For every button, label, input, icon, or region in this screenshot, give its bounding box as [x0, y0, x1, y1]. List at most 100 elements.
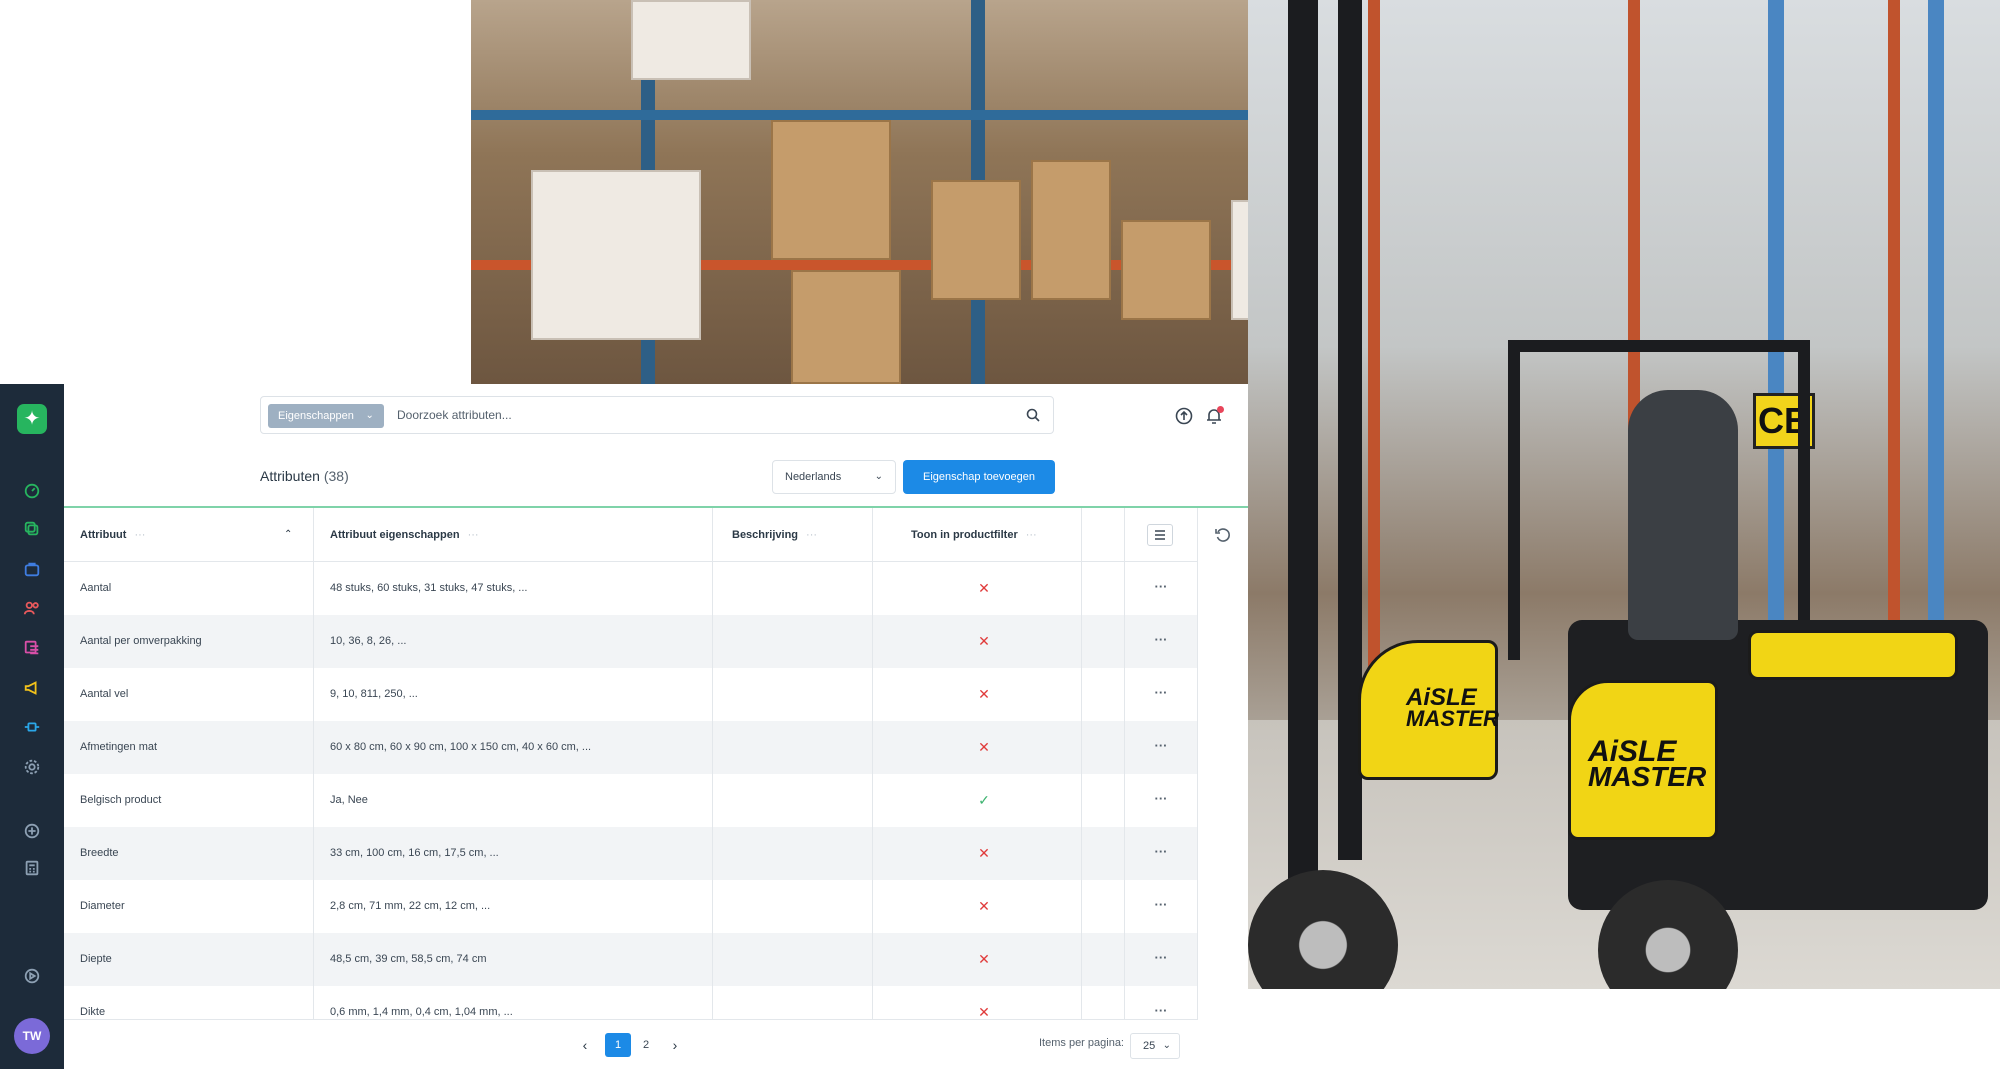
column-divider [872, 508, 873, 1019]
attribute-name: Aantal [80, 582, 112, 594]
column-menu-icon[interactable]: ··· [1026, 529, 1037, 541]
check-icon[interactable]: ✓ [974, 774, 994, 827]
table-row[interactable]: Afmetingen mat 60 x 80 cm, 60 x 90 cm, 10… [64, 721, 1198, 774]
calculator-icon[interactable] [20, 856, 44, 880]
row-actions-icon[interactable]: ··· [1150, 562, 1172, 615]
previous-page-icon[interactable]: ‹ [575, 1035, 595, 1055]
upload-icon[interactable] [1174, 406, 1194, 426]
cross-icon[interactable]: ✕ [974, 721, 994, 774]
column-menu-icon[interactable]: ··· [468, 529, 479, 541]
avatar[interactable]: TW [14, 1018, 50, 1054]
column-label: Toon in productfilter [911, 529, 1018, 541]
cross-icon[interactable]: ✕ [974, 933, 994, 986]
forklift-roof [1508, 340, 1808, 352]
cross-icon[interactable]: ✕ [974, 562, 994, 615]
table-row[interactable]: Aantal per omverpakking 10, 36, 8, 26, ..… [64, 615, 1198, 668]
list-icon[interactable] [20, 636, 44, 660]
attribute-values: 10, 36, 8, 26, ... [330, 635, 407, 647]
cross-icon[interactable]: ✕ [974, 668, 994, 721]
row-actions-icon[interactable]: ··· [1150, 986, 1172, 1019]
page-title: Attributen (38) [260, 468, 349, 484]
pagination: ‹ 1 2 › Items per pagina: 25 ⌄ [64, 1019, 1198, 1069]
column-header-eigenschappen[interactable]: Attribuut eigenschappen ··· [330, 508, 479, 562]
app-panel: Eigenschappen ⌄ Attributen (38) Nederlan… [64, 384, 1248, 1069]
cross-icon[interactable]: ✕ [974, 615, 994, 668]
row-actions-icon[interactable]: ··· [1150, 880, 1172, 933]
search-scope-dropdown[interactable]: Eigenschappen ⌄ [268, 404, 384, 428]
cross-icon[interactable]: ✕ [974, 986, 994, 1019]
column-menu-icon[interactable]: ··· [134, 529, 145, 541]
page-1[interactable]: 1 [605, 1033, 631, 1057]
megaphone-icon[interactable] [20, 676, 44, 700]
next-page-icon[interactable]: › [665, 1035, 685, 1055]
column-divider [712, 508, 713, 1019]
table-row[interactable]: Dikte 0,6 mm, 1,4 mm, 0,4 cm, 1,04 mm, ..… [64, 986, 1198, 1019]
attribute-description [732, 615, 862, 668]
attribute-name: Aantal vel [80, 688, 129, 700]
attribute-name: Dikte [80, 1006, 106, 1018]
dashboard-icon[interactable] [20, 479, 44, 503]
table-row[interactable]: Aantal 48 stuks, 60 stuks, 31 stuks, 47 s… [64, 562, 1198, 615]
attribute-values: 33 cm, 100 cm, 16 cm, 17,5 cm, ... [330, 847, 499, 859]
settings-icon[interactable] [20, 755, 44, 779]
operator [1628, 390, 1738, 640]
box [1031, 160, 1111, 300]
search-input[interactable] [397, 397, 997, 433]
row-actions-icon[interactable]: ··· [1150, 721, 1172, 774]
row-actions-icon[interactable]: ··· [1150, 615, 1172, 668]
refresh-icon[interactable] [1214, 526, 1232, 544]
users-icon[interactable] [20, 596, 44, 620]
column-header-beschrijving[interactable]: Beschrijving ··· [732, 508, 817, 562]
play-circle-icon[interactable] [20, 964, 44, 988]
forklift-brand-text: MASTER [1406, 706, 1499, 731]
attribute-values: 48,5 cm, 39 cm, 58,5 cm, 74 cm [330, 953, 487, 965]
search-bar: Eigenschappen ⌄ [260, 396, 1054, 434]
column-label: Attribuut [80, 529, 127, 541]
attribute-count: (38) [323, 468, 349, 484]
box [631, 0, 751, 80]
items-per-page-select[interactable]: 25 ⌄ [1130, 1033, 1180, 1059]
bell-icon[interactable] [1204, 406, 1224, 426]
attribute-values: 48 stuks, 60 stuks, 31 stuks, 47 stuks, … [330, 582, 528, 594]
attribute-name: Diepte [80, 953, 112, 965]
table-row[interactable]: Breedte 33 cm, 100 cm, 16 cm, 17,5 cm, ..… [64, 827, 1198, 880]
language-select[interactable]: Nederlands ⌄ [772, 460, 896, 494]
plus-circle-icon[interactable] [20, 819, 44, 843]
row-actions-icon[interactable]: ··· [1150, 668, 1172, 721]
column-header-filter[interactable]: Toon in productfilter ··· [911, 508, 1037, 562]
attribute-name: Breedte [80, 847, 119, 859]
row-actions-icon[interactable]: ··· [1150, 774, 1172, 827]
plug-icon[interactable] [20, 715, 44, 739]
row-actions-icon[interactable]: ··· [1150, 827, 1172, 880]
items-per-page-value: 25 [1143, 1040, 1156, 1052]
column-settings-button[interactable] [1147, 524, 1173, 546]
box [931, 180, 1021, 300]
hamburger-icon [1155, 530, 1165, 540]
app-logo[interactable]: ✦ [17, 404, 47, 434]
table-row[interactable]: Diepte 48,5 cm, 39 cm, 58,5 cm, 74 cm ✕ ··· [64, 933, 1198, 986]
forklift-brand-text: MASTER [1588, 761, 1707, 792]
column-menu-icon[interactable]: ··· [806, 529, 817, 541]
cross-icon[interactable]: ✕ [974, 880, 994, 933]
column-header-attribuut[interactable]: Attribuut ··· [80, 508, 145, 562]
stage: CB AiSLE MASTER AiSLE MASTER ✦ TW Eigens… [0, 0, 2000, 1069]
attribute-name: Afmetingen mat [80, 741, 158, 753]
cross-icon[interactable]: ✕ [974, 827, 994, 880]
table-row[interactable]: Belgisch product Ja, Nee ✓ ··· [64, 774, 1198, 827]
page-header: Attributen (38) Nederlands ⌄ Eigenschap … [64, 448, 1248, 508]
page-2[interactable]: 2 [633, 1033, 659, 1057]
attribute-values: 60 x 80 cm, 60 x 90 cm, 100 x 150 cm, 40… [330, 741, 592, 753]
search-icon[interactable] [1025, 407, 1041, 423]
topbar: Eigenschappen ⌄ [64, 384, 1248, 448]
box [791, 270, 901, 384]
row-actions-icon[interactable]: ··· [1150, 933, 1172, 986]
sort-ascending-icon[interactable]: ⌃ [284, 529, 292, 540]
shopping-bag-icon[interactable] [20, 557, 44, 581]
page-title-text: Attributen [260, 468, 320, 484]
table-row[interactable]: Diameter 2,8 cm, 71 mm, 22 cm, 12 cm, ...… [64, 880, 1198, 933]
add-property-button[interactable]: Eigenschap toevoegen [903, 460, 1055, 494]
chevron-down-icon: ⌄ [365, 410, 374, 421]
table-header: Attribuut ··· ⌃ Attribuut eigenschappen ··… [64, 508, 1198, 562]
table-row[interactable]: Aantal vel 9, 10, 811, 250, ... ✕ ··· [64, 668, 1198, 721]
copy-icon[interactable] [20, 517, 44, 541]
